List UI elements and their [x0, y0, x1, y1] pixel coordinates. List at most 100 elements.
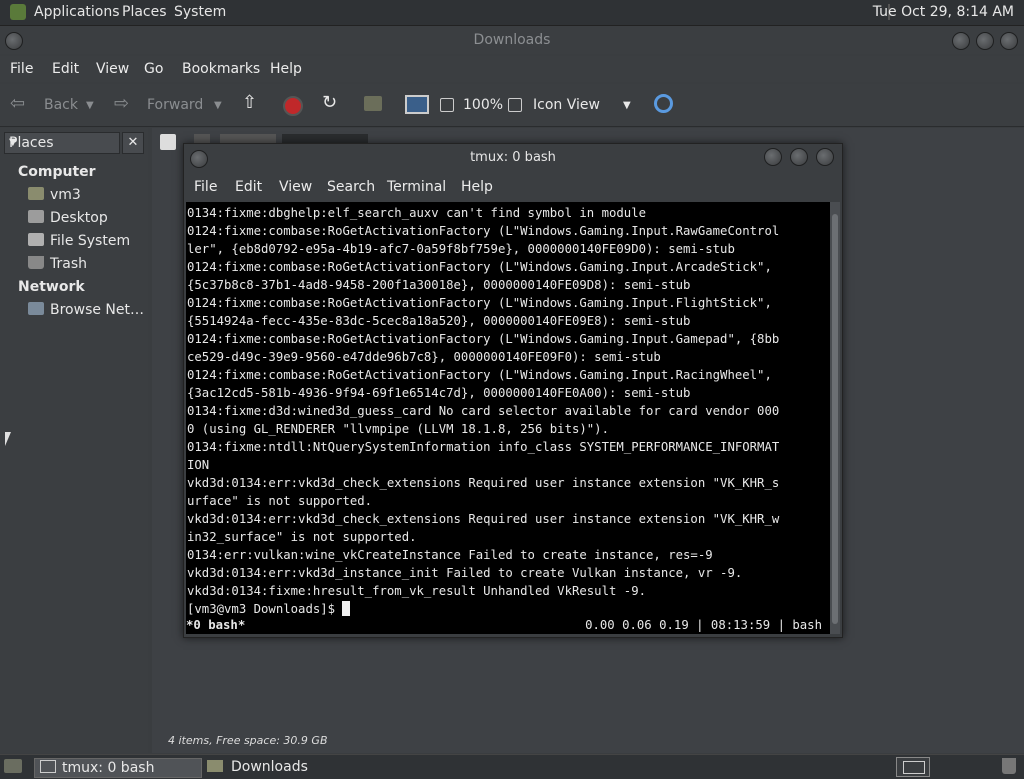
forward-button[interactable]: Forward — [147, 97, 203, 113]
workspace-window-icon — [903, 761, 925, 774]
terminal-line: vkd3d:0134:err:vkd3d_check_extensions Re… — [187, 512, 780, 526]
terminal-line: {5c37b8c8-37b1-4ad8-9458-200f1a30018e}, … — [187, 278, 691, 292]
search-icon[interactable] — [654, 94, 673, 113]
reload-icon[interactable]: ↻ — [322, 92, 337, 113]
sidebar-close-button[interactable]: ✕ — [122, 132, 144, 154]
terminal-window: tmux: 0 bash File Edit View Search Termi… — [183, 143, 843, 638]
maximize-button[interactable] — [976, 32, 994, 50]
terminal-titlebar[interactable]: tmux: 0 bash — [184, 144, 842, 172]
tmux-window-name: *0 bash* — [186, 618, 246, 632]
terminal-line: in32_surface" is not supported. — [187, 530, 417, 544]
window-menu-button[interactable] — [5, 32, 23, 50]
sidebar-heading-computer: Computer — [18, 164, 96, 180]
close-button[interactable] — [816, 148, 834, 166]
menu-help[interactable]: Help — [270, 61, 302, 77]
view-mode-select[interactable]: Icon View — [533, 97, 600, 113]
terminal-icon — [40, 760, 56, 773]
menu-edit[interactable]: Edit — [235, 179, 262, 195]
terminal-line: urface" is not supported. — [187, 494, 373, 508]
terminal-line: ION — [187, 458, 210, 472]
terminal-line: 0124:fixme:combase:RoGetActivationFactor… — [187, 296, 772, 310]
show-desktop-icon[interactable] — [4, 759, 22, 773]
back-button[interactable]: Back — [44, 97, 78, 113]
menu-file[interactable]: File — [10, 61, 33, 77]
zoom-in-icon[interactable] — [508, 98, 522, 112]
terminal-line: 0124:fixme:combase:RoGetActivationFactor… — [187, 224, 780, 238]
terminal-line: vkd3d:0134:err:vkd3d_check_extensions Re… — [187, 476, 780, 490]
zoom-level: 100% — [463, 97, 504, 113]
forward-dropdown-icon[interactable]: ▼ — [214, 100, 222, 111]
terminal-line: ce529-d49c-39e9-9560-e47dde96b7c8}, 0000… — [187, 350, 661, 364]
window-title: Downloads — [473, 32, 551, 48]
file-manager-status: 4 items, Free space: 30.9 GB — [168, 734, 328, 747]
maximize-button[interactable] — [790, 148, 808, 166]
terminal-line: 0124:fixme:combase:RoGetActivationFactor… — [187, 260, 772, 274]
places-menu[interactable]: Places — [122, 4, 167, 20]
minimize-button[interactable] — [952, 32, 970, 50]
terminal-menubar: File Edit View Search Terminal Help — [184, 174, 842, 200]
menu-file[interactable]: File — [194, 179, 217, 195]
task-terminal[interactable]: tmux: 0 bash — [34, 758, 202, 778]
minimize-button[interactable] — [764, 148, 782, 166]
back-arrow-icon[interactable]: ⇦ — [10, 93, 25, 114]
sidebar-item-browse-network[interactable]: Browse Net… — [28, 302, 144, 318]
terminal-line: vkd3d:0134:fixme:hresult_from_vk_result … — [187, 584, 647, 598]
terminal-line: ler", {eb8d0792-e95a-4b19-afc7-0a59f8bf7… — [187, 242, 735, 256]
applications-menu[interactable]: Applications — [34, 4, 120, 20]
back-dropdown-icon[interactable]: ▼ — [86, 100, 94, 111]
menu-go[interactable]: Go — [144, 61, 163, 77]
workspace-3[interactable] — [964, 757, 990, 775]
workspace-1[interactable] — [896, 757, 930, 777]
sidebar-item-file-system[interactable]: File System — [28, 233, 130, 249]
chevron-down-icon: ▼ — [9, 137, 17, 148]
terminal-line: 0 (using GL_RENDERER "llvmpipe (LLVM 18.… — [187, 422, 609, 436]
file-manager-toolbar: ⇦ Back ▼ ⇨ Forward ▼ ⇧ ↻ 100% Icon View … — [0, 84, 1024, 127]
menu-view[interactable]: View — [279, 179, 312, 195]
sidebar-item-trash[interactable]: Trash — [28, 256, 87, 272]
clock[interactable]: Tue Oct 29, 8:14 AM — [873, 4, 1014, 20]
terminal-title: tmux: 0 bash — [470, 150, 556, 165]
terminal-output: 0134:fixme:dbghelp:elf_search_auxv can't… — [187, 204, 829, 618]
desktop-folder-icon — [28, 210, 44, 223]
system-menu[interactable]: System — [174, 4, 226, 20]
menu-view[interactable]: View — [96, 61, 129, 77]
up-arrow-icon[interactable]: ⇧ — [242, 92, 257, 113]
sidebar-item-vm3[interactable]: vm3 — [28, 187, 81, 203]
mouse-pointer-icon — [5, 432, 11, 446]
file-manager-titlebar[interactable]: Downloads — [0, 26, 1024, 54]
trash-icon — [28, 256, 44, 269]
terminal-scrollbar-thumb[interactable] — [832, 214, 838, 624]
terminal-screen[interactable]: 0134:fixme:dbghelp:elf_search_auxv can't… — [186, 202, 830, 634]
window-menu-button[interactable] — [190, 150, 208, 168]
home-folder-icon[interactable] — [364, 96, 382, 111]
applications-menu-icon[interactable] — [10, 4, 26, 20]
computer-icon[interactable] — [405, 95, 429, 114]
sidebar-heading-network: Network — [18, 279, 85, 295]
menu-edit[interactable]: Edit — [52, 61, 79, 77]
file-manager-menubar: File Edit View Go Bookmarks Help — [0, 56, 1024, 82]
sidebar-selector[interactable]: Places ▼ — [4, 132, 120, 154]
folder-icon — [207, 760, 223, 772]
close-button[interactable] — [1000, 32, 1018, 50]
sidebar-item-desktop[interactable]: Desktop — [28, 210, 108, 226]
terminal-line: 0134:err:vulkan:wine_vkCreateInstance Fa… — [187, 548, 713, 562]
zoom-out-icon[interactable] — [440, 98, 454, 112]
menu-help[interactable]: Help — [461, 179, 493, 195]
shell-prompt: [vm3@vm3 Downloads]$ — [187, 602, 343, 616]
edit-location-icon[interactable] — [160, 134, 176, 150]
terminal-line: 0134:fixme:d3d:wined3d_guess_card No car… — [187, 404, 780, 418]
network-icon — [28, 302, 44, 315]
menu-bookmarks[interactable]: Bookmarks — [182, 61, 260, 77]
trash-applet-icon[interactable] — [1002, 758, 1016, 774]
tmux-status-bar: *0 bash* 0.00 0.06 0.19 | 08:13:59 | bas… — [186, 616, 830, 634]
workspace-2[interactable] — [930, 757, 962, 775]
menu-terminal[interactable]: Terminal — [387, 179, 446, 195]
terminal-line: vkd3d:0134:err:vkd3d_instance_init Faile… — [187, 566, 743, 580]
task-downloads[interactable]: Downloads — [207, 758, 308, 776]
drive-icon — [28, 233, 44, 246]
forward-arrow-icon[interactable]: ⇨ — [114, 93, 129, 114]
menu-search[interactable]: Search — [327, 179, 375, 195]
stop-icon[interactable] — [283, 96, 303, 116]
view-mode-dropdown-icon[interactable]: ▼ — [623, 100, 631, 111]
top-panel: Applications Places System Tue Oct 29, 8… — [0, 0, 1024, 26]
